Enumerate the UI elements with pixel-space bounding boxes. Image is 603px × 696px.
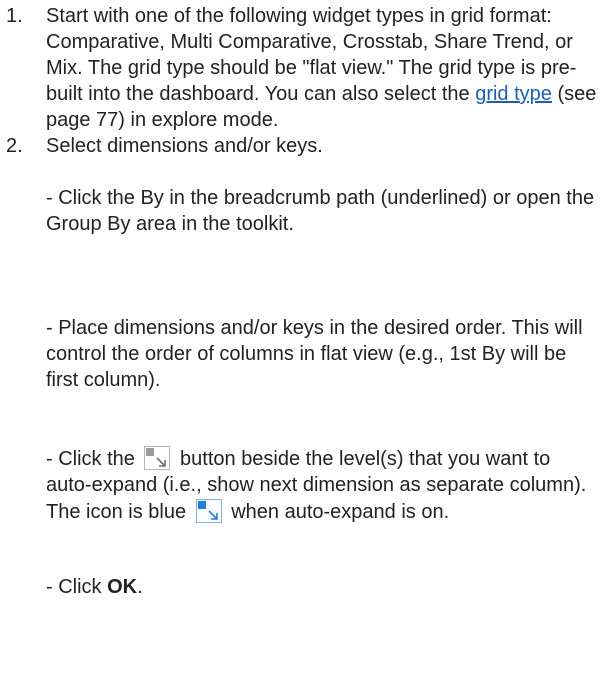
sub-step-text-after-icon: when auto-expand is on.	[225, 501, 450, 523]
step-text: Start with one of the following widget t…	[46, 3, 598, 133]
grid-type-link[interactable]: grid type	[475, 83, 552, 105]
step-text: Select dimensions and/or keys.	[46, 135, 323, 157]
ok-label: OK	[107, 576, 138, 598]
sub-step-text-before-bold: - Click	[46, 576, 108, 598]
sub-step-ok: - Click OK.	[46, 574, 598, 600]
sub-step-auto-expand: - Click the button beside the level(s) t…	[46, 445, 598, 525]
sub-step-order: - Place dimensions and/or keys in the de…	[46, 317, 583, 391]
sub-step-text-before-icon: - Click the	[46, 448, 141, 470]
step-number: 1.	[6, 5, 23, 27]
sub-step-text-after-bold: .	[137, 576, 143, 598]
sub-step-breadcrumb: - Click the By in the breadcrumb path (u…	[46, 187, 595, 235]
auto-expand-icon	[142, 445, 172, 471]
auto-expand-active-icon	[194, 498, 224, 524]
step-number: 2.	[6, 135, 23, 157]
